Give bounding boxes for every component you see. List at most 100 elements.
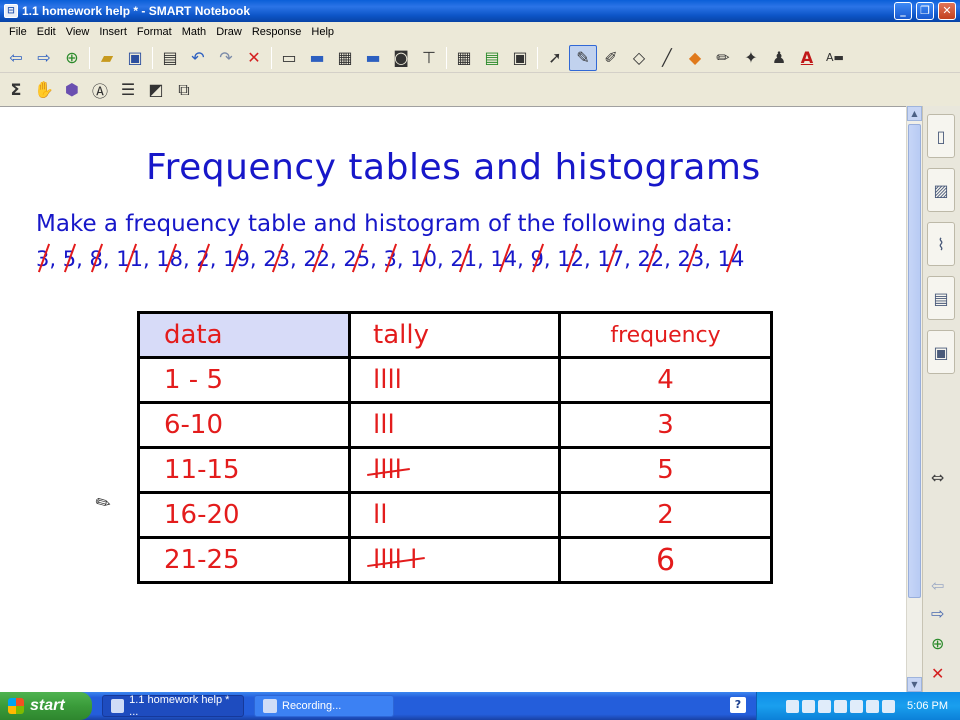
screen-shade-icon[interactable]: ▭ [275,45,303,71]
next-page-icon[interactable]: ⇨ [931,604,944,623]
data-value: 2 [196,247,210,271]
attachments-icon[interactable]: ⌇ [927,222,955,266]
hand-icon[interactable]: ✋ [30,77,58,103]
data-separator: , [436,247,451,271]
forward-arrow-icon[interactable]: ⇨ [30,45,58,71]
minimize-button[interactable]: _ [894,2,912,20]
show-hide-icon[interactable]: ▦ [331,45,359,71]
menu-response[interactable]: Response [247,26,307,38]
data-value: 19 [223,247,250,271]
creative-pen-icon[interactable]: ✐ [597,45,625,71]
table-row: 21-25 llll l 6 [137,536,773,584]
table-tool-icon[interactable]: ⊤ [415,45,443,71]
menu-edit[interactable]: Edit [32,26,61,38]
scroll-up-icon[interactable]: ▲ [907,106,922,121]
page-sorter-icon[interactable]: ▯ [927,114,955,158]
menu-format[interactable]: Format [132,26,177,38]
tray-icon[interactable] [818,699,832,713]
menu-bar: File Edit View Insert Format Math Draw R… [0,22,960,42]
pen-icon[interactable]: ✎ [569,44,597,71]
shapes-icon[interactable]: ◆ [681,45,709,71]
task-smart-notebook[interactable]: 1.1 homework help * ... [102,694,244,718]
close-button[interactable]: ✕ [938,2,956,20]
magic-pen-icon[interactable]: ✏ [709,45,737,71]
data-value: 22 [637,247,665,271]
task-recording[interactable]: Recording... [254,695,394,717]
table-icon[interactable]: ▦ [450,45,478,71]
delete-icon[interactable]: ✕ [240,45,268,71]
tally-cell: llll [348,356,561,404]
font-icon[interactable]: A▬ [821,45,849,71]
properties-icon[interactable]: ▤ [927,276,955,320]
toolbar-separator [89,46,90,69]
eraser-icon[interactable]: ◇ [625,45,653,71]
clock: 5:06 PM [907,700,948,712]
data-value: 23 [263,247,290,271]
menu-insert[interactable]: Insert [94,26,132,38]
monitor-icon[interactable]: ▬ [359,45,387,71]
open-folder-icon[interactable]: ▰ [93,45,121,71]
text-icon[interactable]: A [793,45,821,71]
addons-icon[interactable]: ▣ [927,330,955,374]
data-value: 5 [62,247,77,271]
data-separator: , [330,247,344,271]
menu-draw[interactable]: Draw [211,26,247,38]
add-page-icon[interactable]: ⊕ [58,45,86,71]
menu-view[interactable]: View [61,26,95,38]
menu-math[interactable]: Math [177,26,211,38]
frequency-cell: 2 [558,491,773,539]
menu-help[interactable]: Help [306,26,339,38]
data-separator: , [583,247,598,271]
move-panel-icon[interactable]: ⇔ [931,468,944,487]
insert-icon[interactable]: ▤ [478,45,506,71]
windows-logo-icon [8,698,24,714]
data-value: 14 [717,247,745,271]
frequency-cell: 3 [558,401,773,449]
delete-page-icon[interactable]: ✕ [931,664,944,683]
tray-icon[interactable] [834,699,848,713]
whiteboard-canvas[interactable]: Frequency tables and histograms Make a f… [0,106,906,692]
tray-icon[interactable] [802,699,816,713]
save-icon[interactable]: ▣ [121,45,149,71]
data-value: 17 [597,247,625,271]
help-icon[interactable]: ? [730,697,746,713]
data-value: 11 [116,247,143,271]
menu-file[interactable]: File [4,26,32,38]
record-icon[interactable]: ▣ [506,45,534,71]
line-icon[interactable]: ╱ [653,45,681,71]
toolbar-separator [446,46,447,69]
sigma-icon[interactable]: Σ [2,77,30,103]
text-recognize-icon[interactable]: Ⓐ [86,77,114,103]
chart-icon[interactable]: ◩ [142,77,170,103]
paste-icon[interactable]: ▤ [156,45,184,71]
toolbar-separator [271,46,272,69]
gallery-icon[interactable]: ▨ [927,168,955,212]
prev-page-icon[interactable]: ⇦ [931,576,944,595]
back-arrow-icon[interactable]: ⇦ [2,45,30,71]
maximize-button[interactable]: ❐ [916,2,934,20]
scroll-thumb[interactable] [908,124,921,598]
properties-icon[interactable]: ♟ [765,45,793,71]
fill-icon[interactable]: ✦ [737,45,765,71]
data-separator: , [477,247,491,271]
tray-icon[interactable] [882,699,896,713]
table-select-icon[interactable]: ☰ [114,77,142,103]
data-separator: , [624,247,638,271]
header-tally: tally [348,311,561,359]
tray-icon[interactable] [850,699,864,713]
vertical-scrollbar[interactable]: ▲ ▼ [906,106,922,692]
tray-icon[interactable] [866,699,880,713]
tray-icon[interactable] [786,699,800,713]
add-page-side-icon[interactable]: ⊕ [931,634,944,653]
data-separator: , [209,247,224,271]
redo-icon[interactable]: ↷ [212,45,240,71]
scroll-down-icon[interactable]: ▼ [907,677,922,692]
select-icon[interactable]: ➚ [541,45,569,71]
group-icon[interactable]: ⧉ [170,77,198,103]
capture-icon[interactable]: ◙ [387,45,415,71]
table-row: 1 - 5 llll 4 [137,356,773,404]
display-icon[interactable]: ▬ [303,45,331,71]
start-button[interactable]: start [0,692,92,720]
3d-icon[interactable]: ⬢ [58,77,86,103]
undo-icon[interactable]: ↶ [184,45,212,71]
